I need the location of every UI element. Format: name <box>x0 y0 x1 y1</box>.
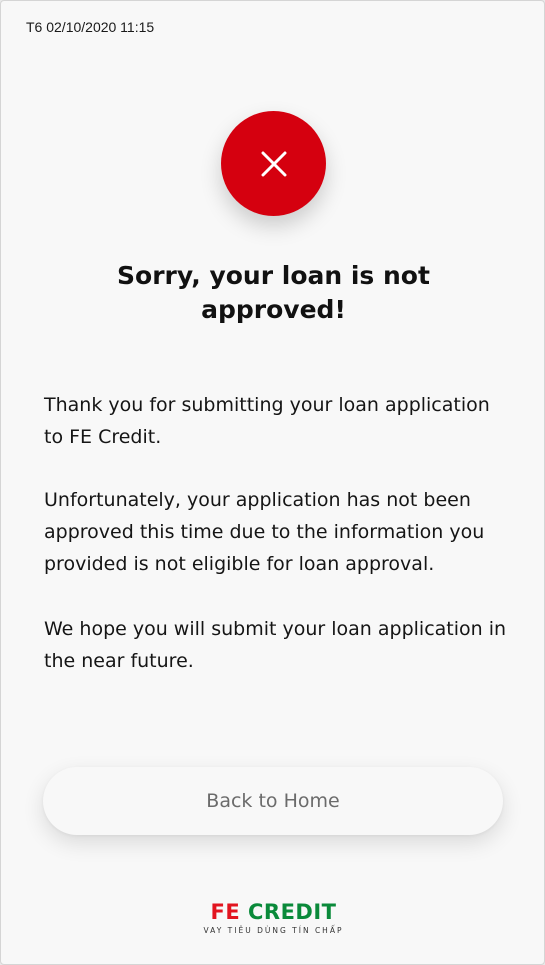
logo-credit-text: CREDIT <box>248 900 337 924</box>
error-badge <box>221 111 326 216</box>
loan-result-screen: T6 02/10/2020 11:15 Sorry, your loan is … <box>0 0 545 965</box>
logo-fe-text: FE <box>210 900 241 924</box>
status-datetime: T6 02/10/2020 11:15 <box>26 19 155 35</box>
back-to-home-button[interactable]: Back to Home <box>43 767 503 835</box>
message-paragraph: Unfortunately, your application has not … <box>44 489 485 575</box>
message-paragraph: Thank you for submitting your loan appli… <box>44 394 490 448</box>
fe-credit-logo: FE CREDIT VAY TIÊU DÙNG TÍN CHẤP <box>191 901 356 935</box>
close-icon <box>261 151 286 176</box>
message-paragraph: We hope you will submit your loan applic… <box>44 618 507 672</box>
result-title: Sorry, your loan is not approved! <box>117 261 430 324</box>
logo-wordmark: FE CREDIT <box>191 901 356 923</box>
logo-tagline: VAY TIÊU DÙNG TÍN CHẤP <box>203 926 344 935</box>
